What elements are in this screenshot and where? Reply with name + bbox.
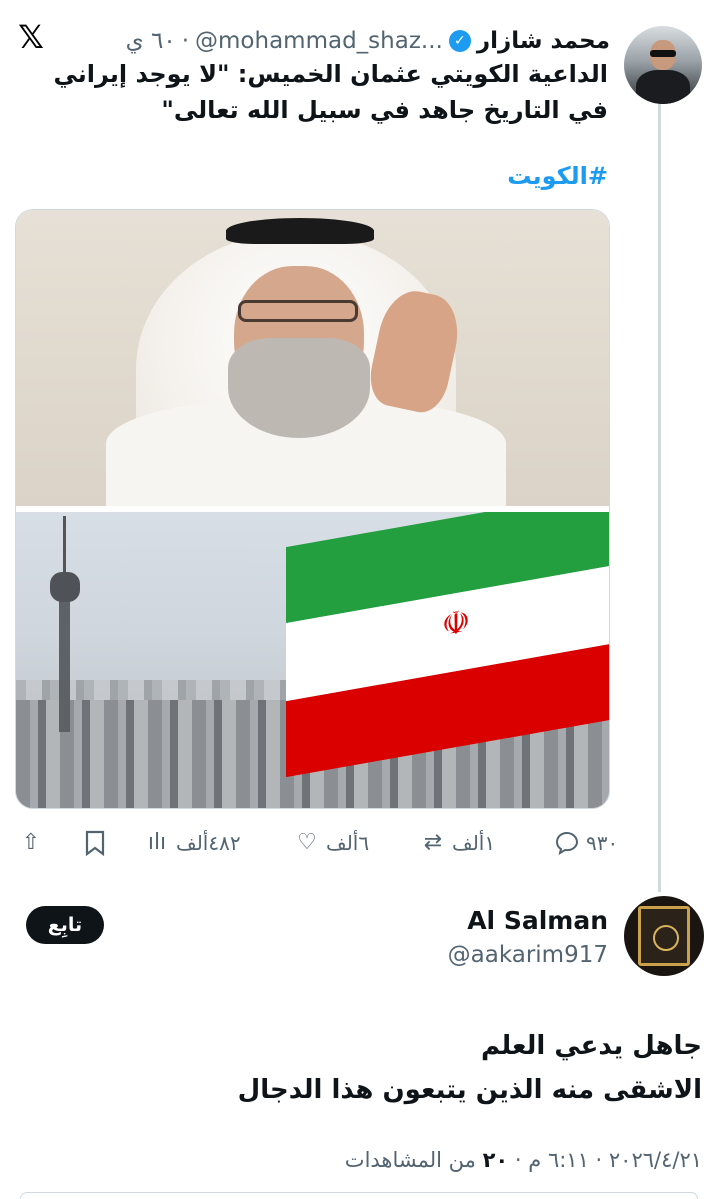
- media-image-sheikh[interactable]: [16, 210, 609, 510]
- author-handle[interactable]: @mohammad_shaz...: [195, 28, 443, 54]
- reply-button[interactable]: ٩٣٠: [554, 826, 618, 860]
- author-avatar[interactable]: [624, 26, 702, 104]
- post-media[interactable]: ☫: [15, 209, 610, 809]
- verified-badge-icon: ✓: [448, 30, 471, 52]
- quran-cover-shape: [638, 906, 690, 966]
- views-icon: ılı: [147, 830, 167, 855]
- repost-icon: ⇄: [423, 830, 443, 855]
- reply-text-line-1: جاهل يدعي العلم: [480, 1031, 702, 1061]
- follow-button[interactable]: تابِع: [26, 906, 104, 944]
- hashtag-link[interactable]: #الكويت: [507, 162, 608, 190]
- post-text: الداعية الكويتي عثمان الخميس: "لا يوجد إ…: [53, 60, 608, 124]
- bookmark-button[interactable]: [84, 826, 106, 860]
- post-timestamp[interactable]: ٦٠ ي: [126, 28, 176, 54]
- repost-count: ١ألف: [452, 831, 496, 855]
- heart-icon: ♡: [297, 830, 317, 855]
- comment-icon: [555, 831, 579, 856]
- agal-shape: [226, 218, 374, 244]
- reply-author-avatar[interactable]: [624, 896, 704, 976]
- reply-author-name[interactable]: Al Salman: [467, 906, 608, 935]
- reply-composer-edge[interactable]: [20, 1192, 698, 1199]
- thread-connector-line: [658, 102, 661, 892]
- share-icon: ⇧: [21, 830, 41, 855]
- bookmark-icon: [85, 830, 105, 856]
- avatar-body-shape: [636, 70, 690, 104]
- post-header: محمد شازار ✓ @mohammad_shaz... · ٦٠ ي: [126, 26, 610, 56]
- media-image-iran-flag[interactable]: ☫: [16, 512, 609, 808]
- views-button[interactable]: ılı ٤٨٢ألف: [144, 826, 241, 860]
- share-button[interactable]: ⇧: [18, 826, 44, 860]
- tower-pod: [50, 572, 80, 602]
- reply-author-handle[interactable]: @aakarim917: [448, 942, 608, 968]
- tower-shaft: [59, 582, 70, 732]
- reply-count: ٩٣٠: [586, 831, 619, 855]
- repost-button[interactable]: ⇄ ١ألف: [420, 826, 495, 860]
- reply-text-line-2: الاشقى منه الذين يتبعون هذا الدجال: [237, 1075, 702, 1105]
- reply-views-suffix: من المشاهدات: [344, 1148, 483, 1172]
- author-name[interactable]: محمد شازار: [477, 28, 610, 54]
- flag-emblem-icon: ☫: [441, 601, 471, 645]
- beard-shape: [228, 338, 370, 438]
- like-button[interactable]: ♡ ٦ألف: [294, 826, 369, 860]
- separator-dot: ·: [181, 28, 190, 54]
- x-logo-icon[interactable]: 𝕏: [14, 20, 48, 54]
- like-count: ٦ألف: [326, 831, 370, 855]
- views-count: ٤٨٢ألف: [176, 831, 241, 855]
- reply-datetime[interactable]: ٢٠٢٦/٤/٢١ · ٦:١١ م ·: [508, 1148, 702, 1172]
- post-action-bar: ⇧ ılı ٤٨٢ألف ♡ ٦ألف ⇄ ١ألف ٩٣٠: [14, 826, 618, 860]
- avatar-glasses-shape: [650, 50, 676, 57]
- reply-text: جاهل يدعي العلم الاشقى منه الذين يتبعون …: [22, 1024, 702, 1112]
- reply-views-count: ٢٠: [482, 1148, 509, 1172]
- eyeglasses-shape: [238, 300, 358, 322]
- reply-meta: ٢٠٢٦/٤/٢١ · ٦:١١ م · ٢٠ من المشاهدات: [345, 1148, 702, 1172]
